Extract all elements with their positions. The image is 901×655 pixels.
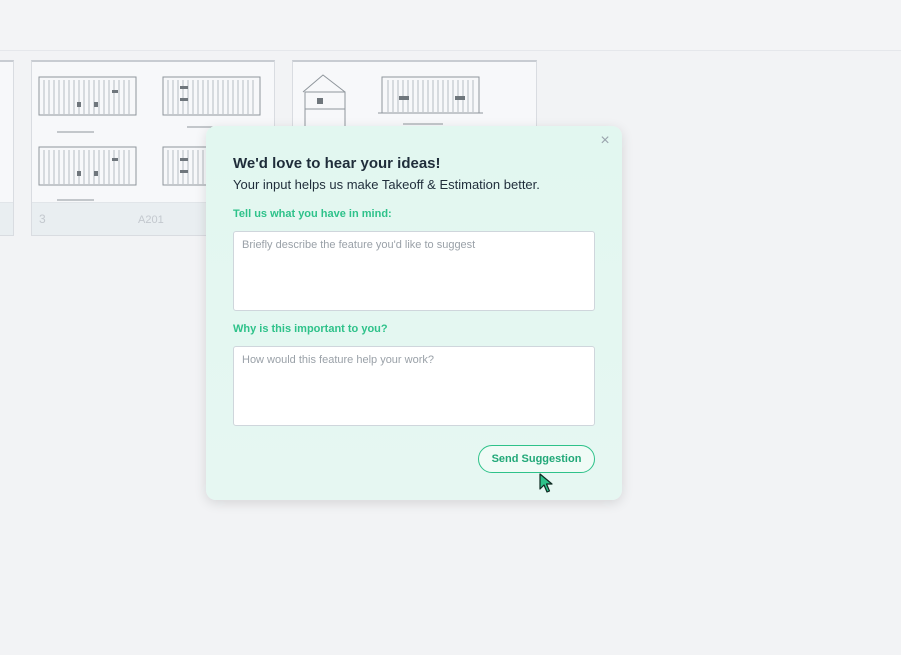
idea-label: Tell us what you have in mind: [233, 208, 392, 220]
dialog-title: We'd love to hear your ideas! [233, 155, 441, 172]
sheet-number: 3 [39, 212, 46, 226]
dialog-subtitle: Your input helps us make Takeoff & Estim… [233, 177, 540, 192]
reason-textarea[interactable] [233, 346, 595, 426]
sheet-code: A201 [138, 214, 164, 226]
mouse-cursor-icon [539, 473, 553, 493]
reason-label: Why is this important to you? [233, 323, 388, 335]
sheet-footer [0, 202, 13, 235]
feature-suggestion-dialog: × We'd love to hear your ideas! Your inp… [206, 126, 622, 500]
top-toolbar [0, 0, 901, 51]
close-icon[interactable]: × [598, 133, 612, 149]
sheet-thumbnail[interactable] [0, 60, 14, 236]
send-suggestion-button[interactable]: Send Suggestion [478, 445, 595, 473]
idea-textarea[interactable] [233, 231, 595, 311]
